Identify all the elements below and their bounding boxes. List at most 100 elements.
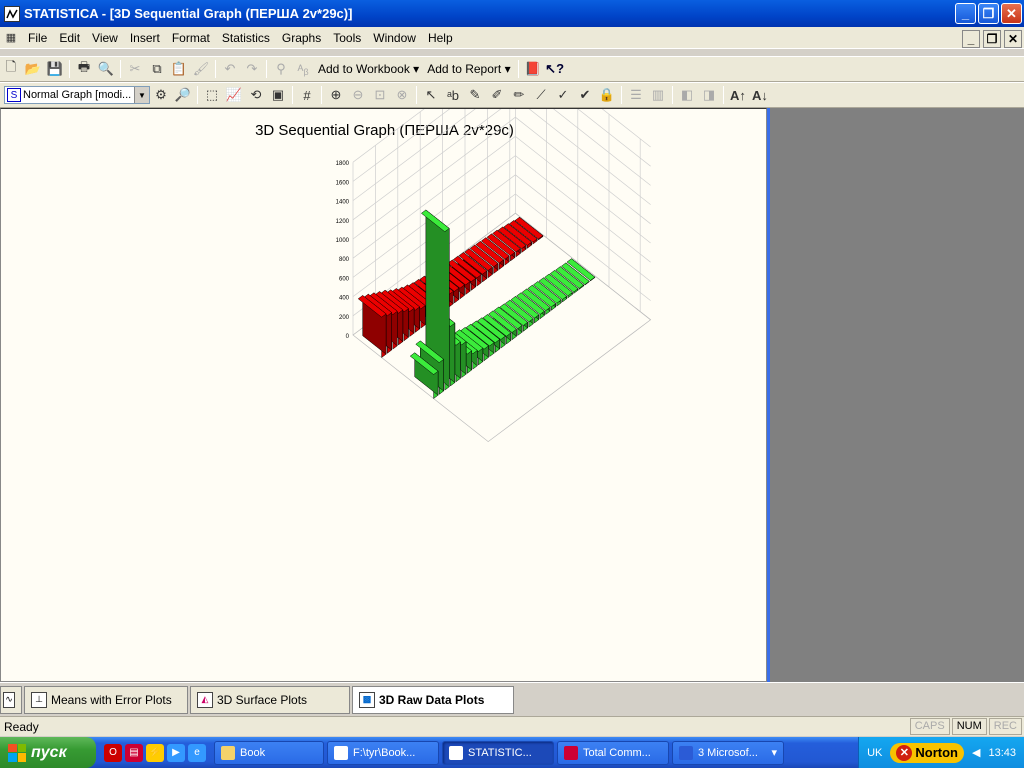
context-help-icon[interactable]: ↖? [545, 59, 565, 79]
taskbar: пуск O ▤ ⚡ ▶ e Book F:\tyr\Book... STATI… [0, 737, 1024, 768]
print-icon[interactable]: 🖶 [74, 59, 94, 79]
undo-icon[interactable]: ↶ [220, 59, 240, 79]
redo-icon[interactable]: ↷ [242, 59, 262, 79]
new-file-icon[interactable]: 🗋 [1, 59, 21, 79]
columns-icon[interactable]: ▥ [648, 85, 668, 105]
menu-statistics[interactable]: Statistics [216, 31, 276, 45]
grid-icon[interactable]: # [297, 85, 317, 105]
graph-mode-select[interactable]: S Normal Graph [modi... ▼ [4, 86, 150, 104]
statistica-app-icon[interactable] [4, 5, 20, 22]
side-wall-gridline [553, 109, 651, 186]
cut-icon[interactable]: ✂ [125, 59, 145, 79]
menu-format[interactable]: Format [166, 31, 216, 45]
bring-front-icon[interactable]: ◧ [677, 85, 697, 105]
zoom-in-icon[interactable]: ⊕ [326, 85, 346, 105]
doc-minimize-button[interactable]: _ [962, 30, 980, 48]
z-tick-label: 400 [339, 296, 350, 302]
pointer-icon[interactable]: ↖ [421, 85, 441, 105]
graph-options-icon[interactable]: ⚙ [151, 85, 171, 105]
open-folder-icon[interactable]: 📂 [23, 59, 43, 79]
add-to-report-button[interactable]: Add to Report ▾ [423, 62, 514, 76]
line-tool-icon[interactable]: ⟋ [531, 85, 551, 105]
point-tool-icon[interactable]: ✓ [553, 85, 573, 105]
system-tray: UK ✕ Norton ◀ 13:43 [858, 737, 1024, 768]
check-tool-icon[interactable]: ✔ [575, 85, 595, 105]
text-tool-icon[interactable]: ᵃb [443, 85, 463, 105]
tab-label: 3D Raw Data Plots [379, 692, 485, 707]
chevron-down-icon[interactable]: ▼ [134, 87, 149, 103]
zoom-out-icon[interactable]: ⊖ [348, 85, 368, 105]
task-statistica[interactable]: STATISTIC... [442, 740, 554, 765]
graph-toolbar: S Normal Graph [modi... ▼ ⚙ 🔎 ⬚ 📈 ⟲ ▣ # … [0, 82, 1024, 108]
tab-graph-icon[interactable]: ∿ [0, 685, 22, 714]
paste-icon[interactable]: 📋 [169, 59, 189, 79]
task-book[interactable]: Book [214, 740, 324, 765]
zoom-reset-icon[interactable]: ⊗ [392, 85, 412, 105]
add-to-workbook-button[interactable]: Add to Workbook ▾ [314, 62, 423, 76]
lock-icon[interactable]: 🔒 [597, 85, 617, 105]
graph-window: 3D Sequential Graph (ПЕРША 2v*29c) 0 200 4… [0, 108, 767, 682]
font-decrease-icon[interactable]: A↓ [750, 85, 770, 105]
doc-restore-button[interactable]: ❐ [983, 30, 1001, 48]
task-total-commander[interactable]: Total Comm... [557, 740, 669, 765]
close-button[interactable]: ✕ [1001, 3, 1022, 24]
z-tick-label: 1800 [336, 161, 350, 167]
format-painter-icon[interactable]: 🖌 [191, 59, 211, 79]
side-wall-gridline [515, 155, 651, 263]
caps-indicator: CAPS [909, 718, 950, 735]
tab-3d-raw-data-plots[interactable]: ▩ 3D Raw Data Plots [352, 685, 514, 714]
zoom-fit-icon[interactable]: ⊡ [370, 85, 390, 105]
quicklaunch-media-icon[interactable]: ▶ [167, 743, 185, 762]
save-icon[interactable]: 💾 [45, 59, 65, 79]
rec-indicator: REC [988, 718, 1022, 735]
annotate-tool-icon[interactable]: ✐ [487, 85, 507, 105]
book-icon[interactable]: 📕 [523, 59, 543, 79]
copy-icon[interactable]: ⧉ [147, 59, 167, 79]
menu-edit[interactable]: Edit [53, 31, 86, 45]
send-back-icon[interactable]: ◨ [699, 85, 719, 105]
norton-button[interactable]: ✕ Norton [890, 742, 964, 763]
z-tick-label: 1000 [336, 238, 350, 244]
doc-close-button[interactable]: ✕ [1004, 30, 1022, 48]
task-microsoft-word[interactable]: 3 Microsof... ▾ [672, 740, 784, 765]
menu-help[interactable]: Help [422, 31, 459, 45]
zoom-graph-icon[interactable]: 🔎 [173, 85, 193, 105]
graph-select-icon[interactable]: ⬚ [202, 85, 222, 105]
tab-means-error-plots[interactable]: ⊥ Means with Error Plots [24, 685, 188, 714]
menu-window[interactable]: Window [367, 31, 422, 45]
align-lines-icon[interactable]: ☰ [626, 85, 646, 105]
menu-file[interactable]: File [22, 31, 53, 45]
replace-icon[interactable]: ᴬᵦ [293, 59, 313, 79]
find-icon[interactable]: ⚲ [271, 59, 291, 79]
font-increase-icon[interactable]: A↑ [728, 85, 748, 105]
norton-label: Norton [915, 745, 958, 760]
menu-view[interactable]: View [86, 31, 124, 45]
edit-tool-icon[interactable]: ✎ [465, 85, 485, 105]
tab-3d-surface-plots[interactable]: ◭ 3D Surface Plots [190, 685, 350, 714]
graph-brush-icon[interactable]: ⟲ [246, 85, 266, 105]
restore-button[interactable]: ❐ [978, 3, 999, 24]
quicklaunch-lightning-icon[interactable]: ⚡ [146, 743, 164, 762]
window-title: STATISTICA - [3D Sequential Graph (ПЕРША… [24, 6, 353, 21]
word-icon [679, 745, 693, 760]
menu-tools[interactable]: Tools [327, 31, 367, 45]
marker-tool-icon[interactable]: ✏ [509, 85, 529, 105]
graph-image-icon[interactable]: ▣ [268, 85, 288, 105]
quicklaunch-opera-icon[interactable]: O [104, 743, 122, 762]
quicklaunch-commander-icon[interactable]: ▤ [125, 743, 143, 762]
quicklaunch-ie-icon[interactable]: e [188, 743, 206, 762]
graph-plot-icon[interactable]: 📈 [224, 85, 244, 105]
task-folder-path[interactable]: F:\tyr\Book... [327, 740, 439, 765]
side-wall-gridline [528, 109, 651, 205]
menu-graphs[interactable]: Graphs [276, 31, 327, 45]
menu-insert[interactable]: Insert [124, 31, 166, 45]
start-button[interactable]: пуск [0, 737, 96, 768]
language-indicator[interactable]: UK [867, 747, 882, 759]
document-icon[interactable]: ▦ [1, 28, 21, 48]
tray-arrow-icon[interactable]: ◀ [972, 746, 980, 759]
graph-mode-icon: S [7, 88, 21, 102]
menu-bar: ▦ File Edit View Insert Format Statistic… [0, 27, 1024, 49]
minimize-button[interactable]: _ [955, 3, 976, 24]
graph-tab-icon: ∿ [3, 691, 15, 708]
print-preview-icon[interactable]: 🔍 [96, 59, 116, 79]
